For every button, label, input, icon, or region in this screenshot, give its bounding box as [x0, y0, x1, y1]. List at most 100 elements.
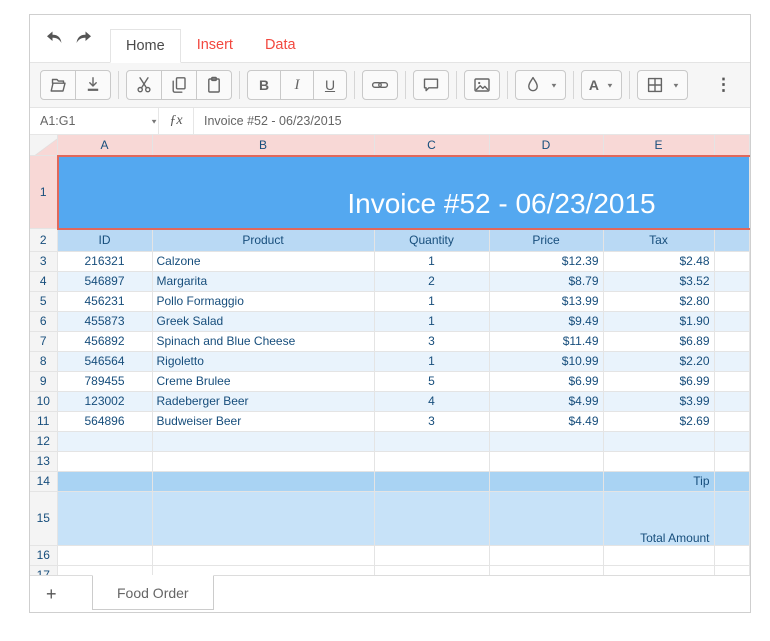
cell[interactable]	[603, 565, 715, 575]
cell[interactable]	[714, 565, 750, 575]
cell[interactable]	[374, 431, 490, 452]
cell[interactable]: $2.20	[603, 351, 715, 372]
cell[interactable]: $11.49	[489, 331, 604, 352]
font-color-button[interactable]: A ▼	[580, 70, 622, 100]
cell[interactable]: 1	[374, 351, 490, 372]
cell[interactable]	[714, 431, 750, 452]
copy-button[interactable]	[161, 70, 197, 100]
row-header-1[interactable]: 1	[30, 155, 58, 229]
cell[interactable]: $9.49	[489, 311, 604, 332]
merged-title-cell[interactable]: Invoice #52 - 06/23/2015	[57, 155, 750, 229]
cell[interactable]: $2.48	[603, 251, 715, 272]
column-header-c[interactable]: C	[374, 135, 490, 156]
cell[interactable]: $3.99	[603, 391, 715, 412]
cell[interactable]: Radeberger Beer	[152, 391, 375, 412]
cell[interactable]	[714, 371, 750, 392]
formula-input[interactable]: Invoice #52 - 06/23/2015	[194, 114, 750, 128]
cell[interactable]	[152, 471, 375, 492]
bold-button[interactable]: B	[247, 70, 281, 100]
cell[interactable]	[714, 251, 750, 272]
column-header-b[interactable]: B	[152, 135, 375, 156]
row-header-7[interactable]: 7	[30, 331, 58, 352]
row-header-16[interactable]: 16	[30, 545, 58, 566]
column-header-e[interactable]: E	[603, 135, 715, 156]
export-button[interactable]	[75, 70, 111, 100]
tab-data[interactable]: Data	[249, 28, 312, 62]
cell[interactable]: 546897	[57, 271, 153, 292]
row-header-2[interactable]: 2	[30, 228, 58, 252]
cell[interactable]	[714, 471, 750, 492]
cell[interactable]: $2.69	[603, 411, 715, 432]
table-header-price[interactable]: Price	[489, 228, 604, 252]
cell[interactable]	[714, 451, 750, 472]
cell[interactable]: Spinach and Blue Cheese	[152, 331, 375, 352]
cell[interactable]	[714, 411, 750, 432]
cell[interactable]	[714, 271, 750, 292]
open-button[interactable]	[40, 70, 76, 100]
cell[interactable]: $6.89	[603, 331, 715, 352]
row-header-14[interactable]: 14	[30, 471, 58, 492]
column-header-d[interactable]: D	[489, 135, 604, 156]
cell[interactable]: 4	[374, 391, 490, 412]
tab-home[interactable]: Home	[110, 29, 181, 63]
cell[interactable]: 2	[374, 271, 490, 292]
cell[interactable]	[374, 565, 490, 575]
cell[interactable]	[152, 565, 375, 575]
tab-insert[interactable]: Insert	[181, 28, 249, 62]
comment-button[interactable]	[413, 70, 449, 100]
cell[interactable]: 5	[374, 371, 490, 392]
cell[interactable]: 456892	[57, 331, 153, 352]
row-header-9[interactable]: 9	[30, 371, 58, 392]
borders-button[interactable]: ▼	[636, 70, 688, 100]
cell[interactable]	[714, 228, 750, 252]
row-header-4[interactable]: 4	[30, 271, 58, 292]
cell[interactable]	[489, 565, 604, 575]
cell[interactable]: 216321	[57, 251, 153, 272]
cell[interactable]: $6.99	[489, 371, 604, 392]
cell[interactable]	[374, 471, 490, 492]
cell[interactable]	[152, 491, 375, 546]
row-header-13[interactable]: 13	[30, 451, 58, 472]
cell[interactable]	[374, 451, 490, 472]
cell[interactable]	[489, 431, 604, 452]
table-header-quantity[interactable]: Quantity	[374, 228, 490, 252]
cell[interactable]	[489, 471, 604, 492]
cell[interactable]	[603, 431, 715, 452]
cell[interactable]: 546564	[57, 351, 153, 372]
cell[interactable]: $10.99	[489, 351, 604, 372]
cut-button[interactable]	[126, 70, 162, 100]
cell[interactable]: $8.79	[489, 271, 604, 292]
column-header[interactable]	[714, 135, 750, 156]
select-all-corner[interactable]	[30, 135, 58, 156]
row-header-8[interactable]: 8	[30, 351, 58, 372]
cell[interactable]	[57, 451, 153, 472]
cell[interactable]: $4.49	[489, 411, 604, 432]
cell[interactable]	[714, 311, 750, 332]
cell[interactable]	[714, 391, 750, 412]
underline-button[interactable]: U	[313, 70, 347, 100]
cell[interactable]: $4.99	[489, 391, 604, 412]
table-header-tax[interactable]: Tax	[603, 228, 715, 252]
table-header-product[interactable]: Product	[152, 228, 375, 252]
cell[interactable]: Budweiser Beer	[152, 411, 375, 432]
total-amount-cell[interactable]: Total Amount	[603, 491, 715, 546]
italic-button[interactable]: I	[280, 70, 314, 100]
cell[interactable]: Creme Brulee	[152, 371, 375, 392]
undo-button[interactable]	[42, 28, 66, 50]
add-sheet-button[interactable]: +	[42, 576, 88, 612]
cell[interactable]: 1	[374, 291, 490, 312]
cell[interactable]: 455873	[57, 311, 153, 332]
cell[interactable]: 789455	[57, 371, 153, 392]
cell[interactable]	[57, 565, 153, 575]
cell[interactable]	[714, 491, 750, 546]
cell[interactable]: Margarita	[152, 271, 375, 292]
cell[interactable]: $6.99	[603, 371, 715, 392]
cell[interactable]	[57, 431, 153, 452]
cell[interactable]	[57, 545, 153, 566]
fill-color-button[interactable]: ▼	[515, 70, 566, 100]
cell[interactable]	[57, 491, 153, 546]
cell[interactable]	[603, 451, 715, 472]
cell[interactable]: $2.80	[603, 291, 715, 312]
cell[interactable]	[374, 545, 490, 566]
cell[interactable]: $3.52	[603, 271, 715, 292]
